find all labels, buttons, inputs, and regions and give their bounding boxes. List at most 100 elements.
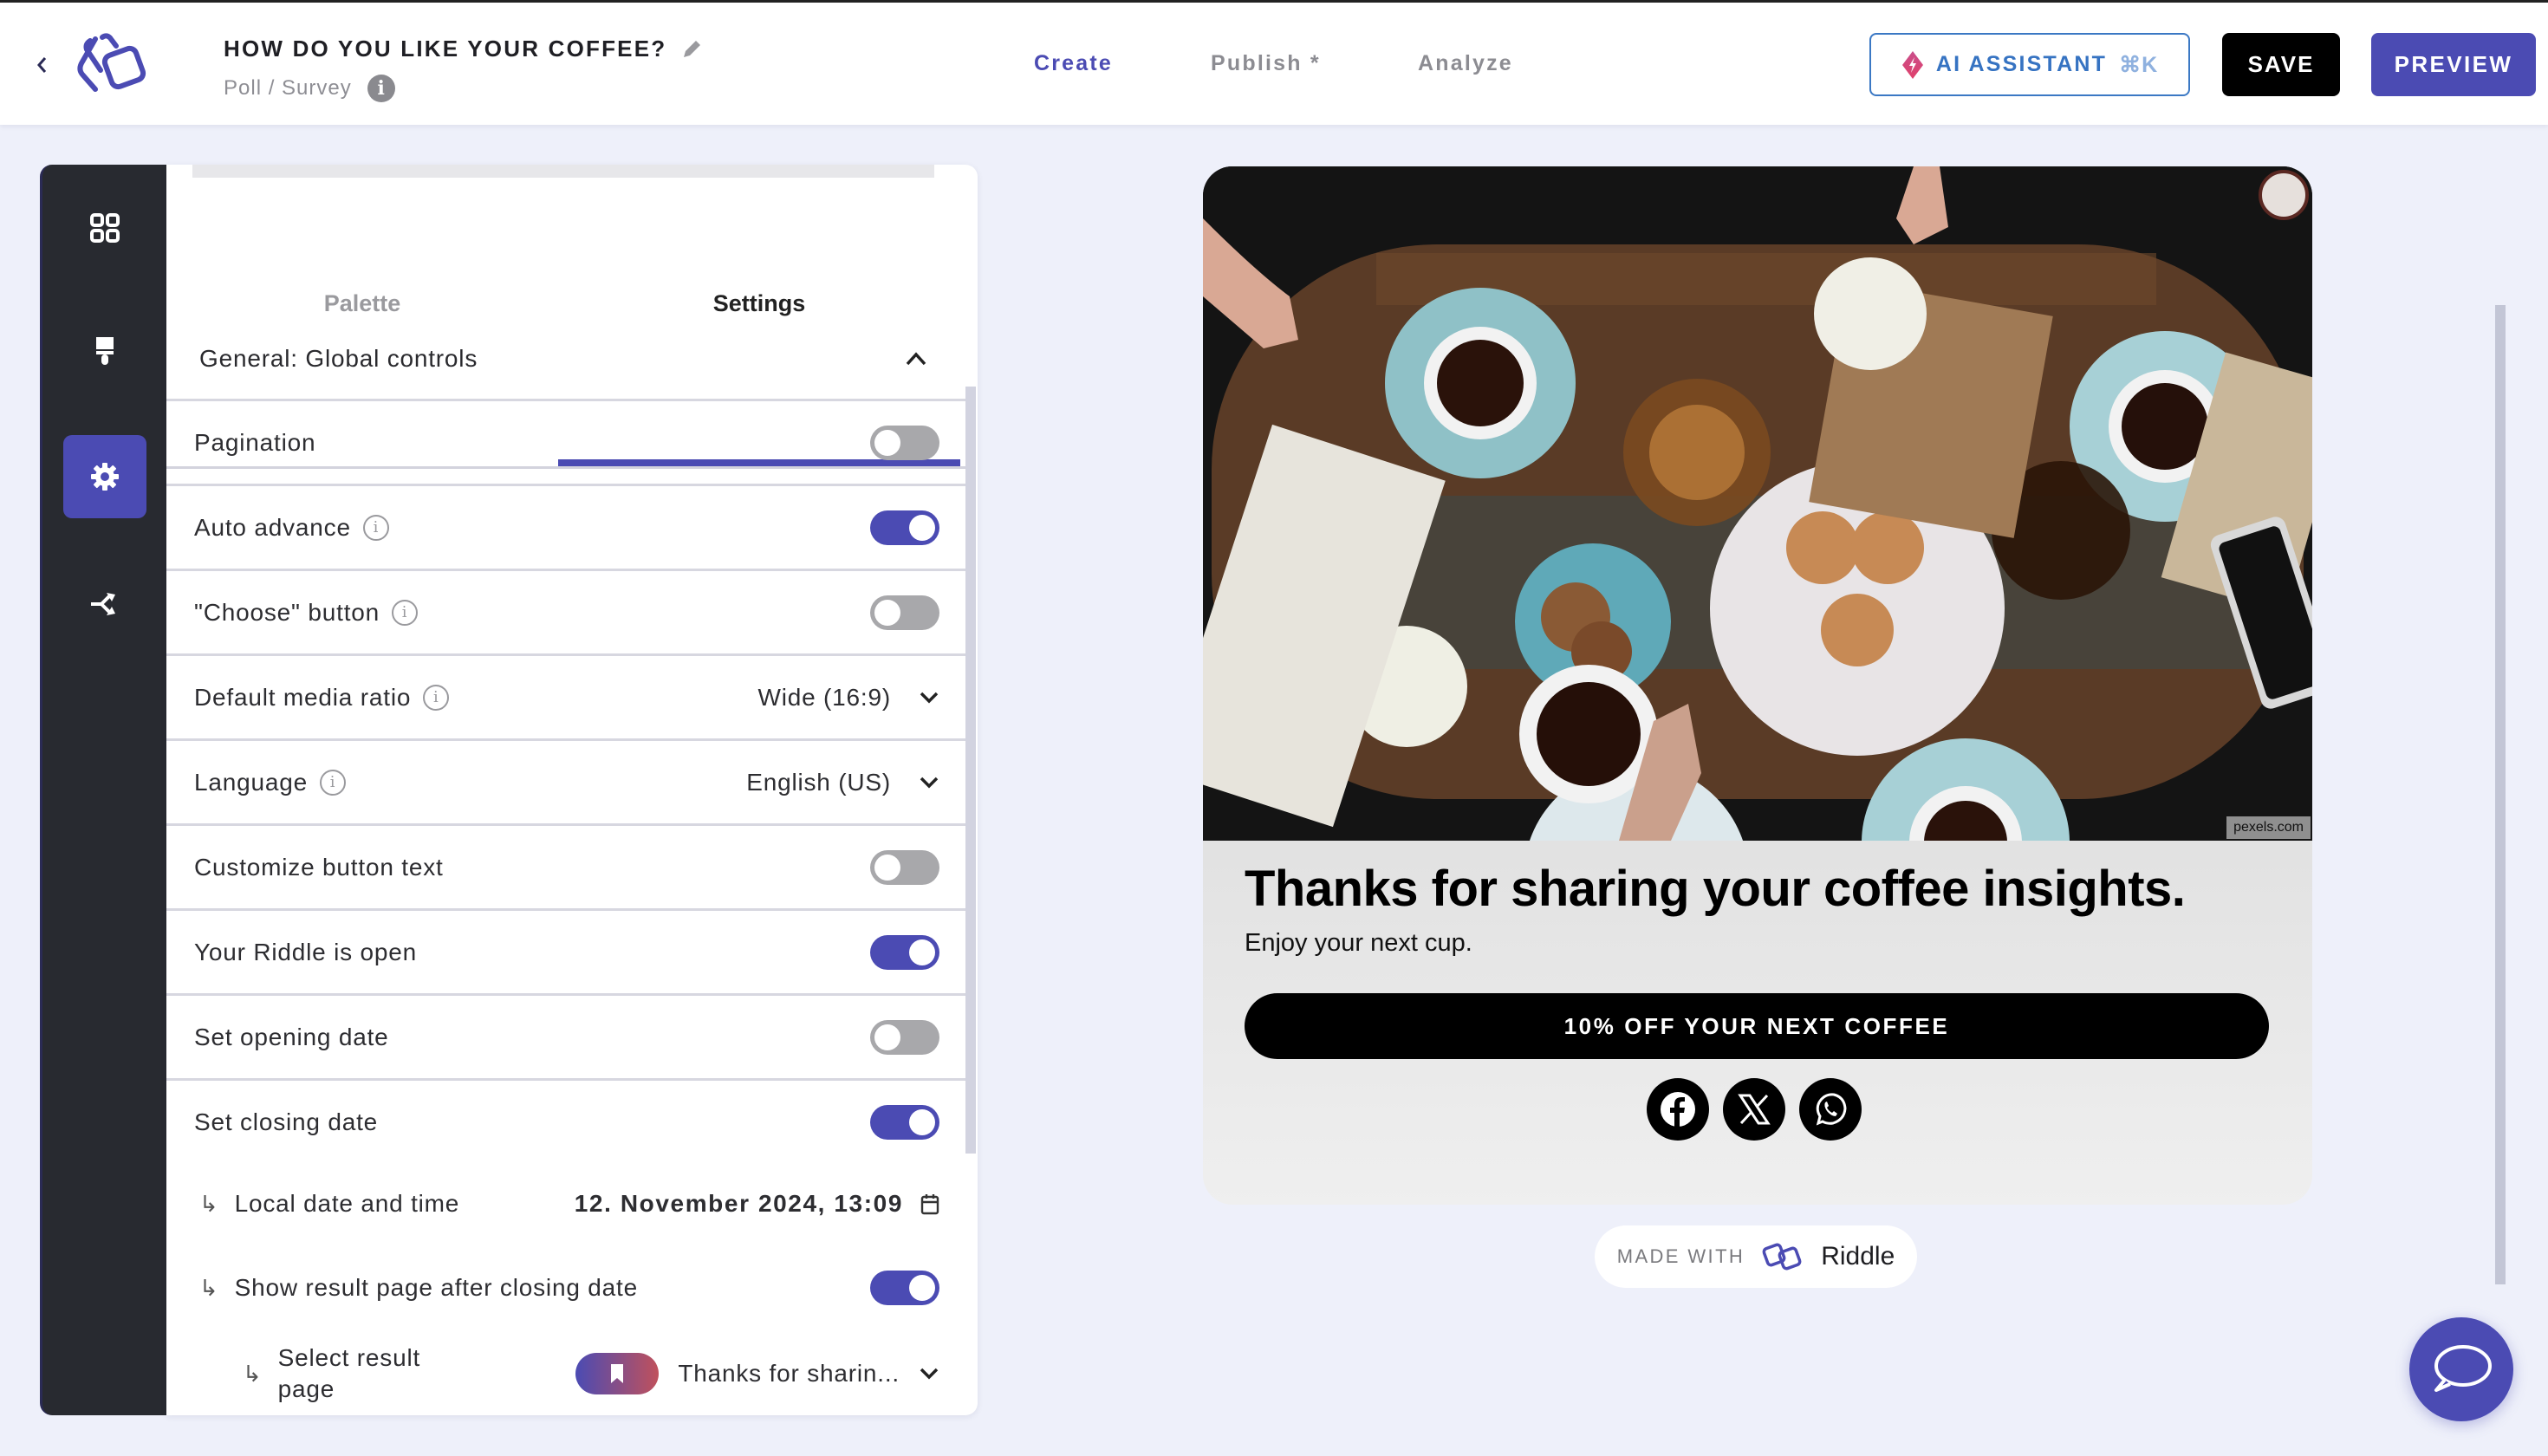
section-title: General: Global controls (199, 345, 478, 372)
share-facebook-button[interactable] (1647, 1078, 1709, 1141)
result-title: Thanks for sharing your coffee insights. (1245, 861, 2186, 917)
editor-sidebar (40, 165, 166, 1415)
top-header: HOW DO YOU LIKE YOUR COFFEE? Poll / Surv… (0, 0, 2548, 125)
media-ratio-label: Default media ratio (194, 683, 412, 711)
share-whatsapp-button[interactable] (1799, 1078, 1862, 1141)
info-icon[interactable]: i (319, 769, 346, 796)
preview-button[interactable]: PREVIEW (2371, 33, 2536, 96)
sub-arrow-icon: ↳ (243, 1360, 263, 1387)
chat-support-button[interactable] (2409, 1317, 2513, 1421)
info-icon[interactable]: i (423, 684, 450, 711)
setting-pagination: Pagination (166, 399, 967, 484)
setting-choose-button: "Choose" button i (166, 569, 967, 653)
chat-bubble-icon (2434, 1345, 2492, 1392)
setting-riddle-open: Your Riddle is open (166, 908, 967, 993)
closing-date-picker[interactable]: 12. November 2024, 13:09 (575, 1190, 939, 1218)
customize-button-text-toggle[interactable] (870, 849, 939, 885)
coffee-table-photo: pexels.com (1203, 166, 2312, 841)
chevron-down-icon (920, 777, 939, 788)
select-result-label-line1: Select result (277, 1344, 421, 1371)
gear-icon (91, 463, 119, 491)
setting-language: Language i English (US) (166, 738, 967, 823)
sidebar-item-design[interactable] (63, 309, 146, 393)
pagination-label: Pagination (194, 428, 316, 456)
setting-local-date-time: ↳ Local date and time 12. November 2024, … (166, 1161, 967, 1246)
nav-analyze[interactable]: Analyze (1418, 51, 1513, 76)
sidebar-item-logic[interactable] (63, 562, 146, 646)
auto-advance-label: Auto advance (194, 513, 351, 541)
made-with-riddle-badge[interactable]: MADE WITH Riddle (1595, 1225, 1917, 1288)
toggle-knob (874, 1024, 900, 1050)
language-value: English (US) (746, 768, 891, 796)
sidebar-item-blocks[interactable] (63, 186, 146, 270)
riddle-title: HOW DO YOU LIKE YOUR COFFEE? (224, 36, 667, 62)
toggle-knob (909, 514, 935, 541)
language-label: Language (194, 768, 308, 796)
toggle-knob (909, 939, 935, 965)
whatsapp-icon (1816, 1093, 1847, 1126)
select-result-label-line2: page (277, 1375, 335, 1402)
setting-select-result-page: ↳ Select result page Thanks for sharin..… (166, 1326, 967, 1415)
nav-publish[interactable]: Publish * (1211, 51, 1321, 76)
riddle-open-label: Your Riddle is open (194, 938, 418, 965)
sub-arrow-icon: ↳ (199, 1274, 219, 1301)
page-scrollbar[interactable] (2495, 305, 2506, 1284)
toggle-knob (909, 1108, 935, 1135)
language-select[interactable]: English (US) (746, 769, 939, 796)
show-result-page-toggle[interactable] (870, 1271, 939, 1305)
riddle-preview-card: pexels.com Thanks for sharing your coffe… (1203, 166, 2312, 1205)
chevron-up-icon (906, 352, 926, 366)
info-icon[interactable]: i (367, 75, 395, 102)
setting-opening-date: Set opening date (166, 993, 967, 1078)
riddle-logo-icon (77, 33, 146, 92)
sidebar-item-settings[interactable] (63, 435, 146, 518)
grid-icon (90, 213, 120, 243)
made-with-label: MADE WITH (1616, 1245, 1745, 1267)
info-icon[interactable]: i (392, 599, 419, 626)
pagination-toggle[interactable] (870, 425, 939, 460)
result-page-value: Thanks for sharin... (678, 1360, 900, 1387)
nav-create[interactable]: Create (1034, 51, 1113, 76)
pencil-icon (684, 40, 701, 57)
social-share-buttons (1647, 1078, 1862, 1141)
result-page-badge (575, 1353, 660, 1394)
settings-panel: Palette Settings General: Global control… (166, 165, 978, 1415)
toggle-knob (874, 854, 900, 881)
edit-title-button[interactable] (680, 38, 703, 61)
sparkle-diamond-icon (1901, 50, 1923, 79)
choose-button-toggle[interactable] (870, 595, 939, 630)
setting-customize-button-text: Customize button text (166, 823, 967, 908)
back-button[interactable] (31, 51, 52, 79)
toggle-knob (874, 429, 900, 456)
toggle-knob (909, 1275, 935, 1301)
chevron-down-icon (920, 1368, 939, 1380)
media-ratio-select[interactable]: Wide (16:9) (757, 684, 939, 712)
riddle-brand-name: Riddle (1821, 1242, 1895, 1271)
closing-date-toggle[interactable] (870, 1104, 939, 1140)
setting-show-result-page: ↳ Show result page after closing date (166, 1245, 967, 1330)
setting-media-ratio: Default media ratio i Wide (16:9) (166, 653, 967, 738)
panel-scrollbar[interactable] (965, 387, 976, 1154)
choose-button-label: "Choose" button (194, 598, 380, 626)
facebook-icon (1661, 1092, 1695, 1127)
coffee-photo-illustration (1203, 166, 2312, 841)
setting-closing-date: Set closing date (166, 1078, 967, 1163)
riddle-open-toggle[interactable] (870, 934, 939, 970)
cta-button[interactable]: 10% OFF YOUR NEXT COFFEE (1245, 993, 2269, 1059)
riddle-logo[interactable] (61, 32, 156, 98)
share-x-button[interactable] (1723, 1078, 1785, 1141)
calendar-icon (920, 1194, 939, 1215)
save-button[interactable]: SAVE (2222, 33, 2340, 96)
ai-assistant-label: AI ASSISTANT (1935, 52, 2108, 76)
local-date-time-label: Local date and time (234, 1190, 460, 1217)
result-page-select[interactable]: Thanks for sharin... (575, 1353, 939, 1394)
riddle-type: Poll / Survey (224, 76, 352, 100)
opening-date-toggle[interactable] (870, 1019, 939, 1055)
opening-date-label: Set opening date (194, 1023, 389, 1050)
auto-advance-toggle[interactable] (870, 510, 939, 545)
ai-assistant-button[interactable]: AI ASSISTANT ⌘K (1869, 33, 2190, 96)
info-icon[interactable]: i (362, 514, 389, 541)
result-subtitle: Enjoy your next cup. (1245, 929, 1472, 957)
section-general-global-controls[interactable]: General: Global controls (166, 316, 967, 401)
media-ratio-value: Wide (16:9) (757, 683, 891, 711)
